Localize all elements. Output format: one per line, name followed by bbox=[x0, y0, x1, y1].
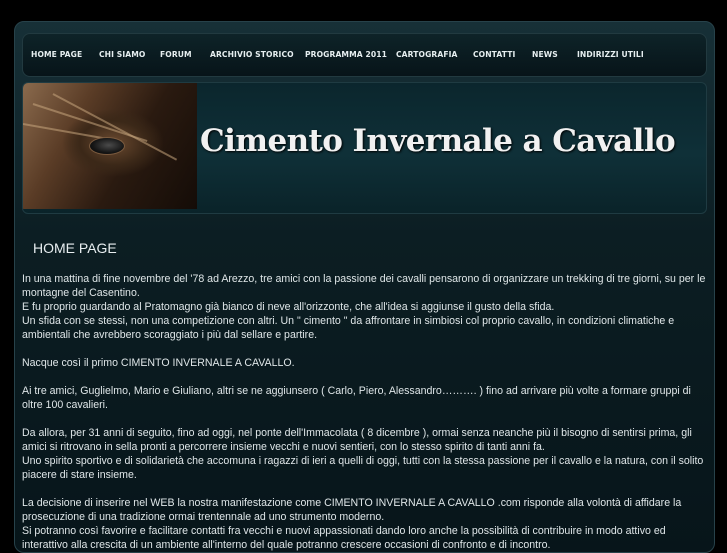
page-title: HOME PAGE bbox=[33, 240, 117, 256]
nav-cartografia[interactable]: CARTOGRAFIA bbox=[396, 50, 458, 59]
nav-indirizzi-utili[interactable]: INDIRIZZI UTILI bbox=[577, 50, 644, 59]
horse-eye-photo bbox=[23, 83, 197, 209]
horse-eye bbox=[89, 137, 125, 155]
nav-archivio-storico[interactable]: ARCHIVIO STORICO bbox=[210, 50, 294, 59]
nav-contatti[interactable]: CONTATTI bbox=[473, 50, 515, 59]
main-content: In una mattina di fine novembre del '78 … bbox=[22, 272, 712, 552]
nav-chi-siamo[interactable]: CHI SIAMO bbox=[99, 50, 145, 59]
nav-forum[interactable]: FORUM bbox=[160, 50, 192, 59]
main-nav: HOME PAGE CHI SIAMO FORUM ARCHIVIO STORI… bbox=[22, 33, 707, 77]
nav-news[interactable]: NEWS bbox=[532, 50, 558, 59]
paragraph: La decisione di inserire nel WEB la nost… bbox=[22, 497, 682, 523]
paragraph: Un sfida con se stessi, non una competiz… bbox=[22, 315, 675, 341]
nav-programma-2011[interactable]: PROGRAMMA 2011 bbox=[305, 50, 387, 59]
paragraph: Uno spirito sportivo e di solidarietà ch… bbox=[22, 455, 704, 481]
paragraph: Si potranno così favorire e facilitare c… bbox=[22, 525, 666, 551]
paragraph: In una mattina di fine novembre del '78 … bbox=[22, 273, 706, 299]
paragraph: Ai tre amici, Guglielmo, Mario e Giulian… bbox=[22, 385, 691, 411]
nav-home-page[interactable]: HOME PAGE bbox=[31, 50, 82, 59]
paragraph: E fu proprio guardando al Pratomagno già… bbox=[22, 301, 555, 313]
paragraph: Da allora, per 31 anni di seguito, fino … bbox=[22, 427, 692, 453]
site-title: Cimento Invernale a Cavallo bbox=[200, 123, 676, 159]
paragraph: Nacque così il primo CIMENTO INVERNALE A… bbox=[22, 357, 295, 369]
header-banner: Cimento Invernale a Cavallo bbox=[22, 82, 707, 214]
